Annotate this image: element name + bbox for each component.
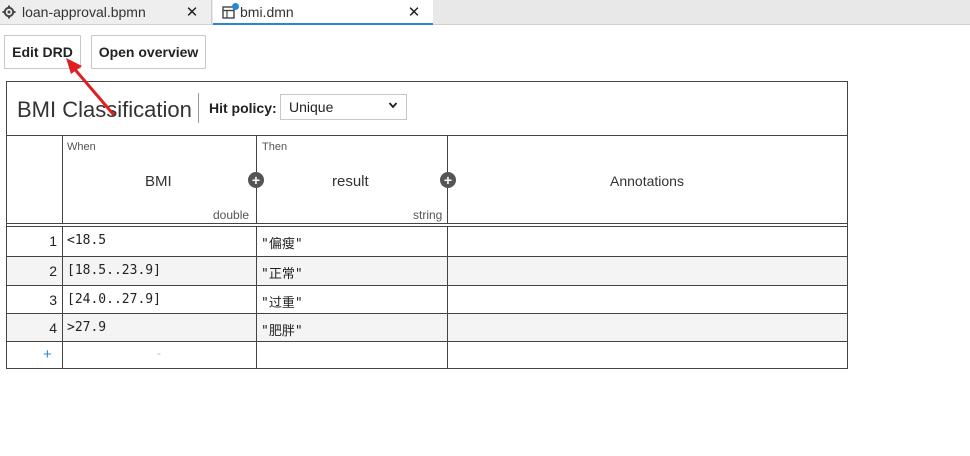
divider <box>7 223 847 224</box>
tab-loan-approval[interactable]: loan-approval.bpmn ✕ <box>0 0 212 24</box>
empty-placeholder: - <box>157 346 161 360</box>
divider <box>256 227 257 368</box>
tab-bmi-dmn[interactable]: bmi.dmn ✕ <box>213 0 433 25</box>
table-row[interactable]: 2 [18.5..23.9] "正常" <box>7 257 847 285</box>
hit-policy-label: Hit policy: <box>209 100 277 116</box>
decision-table: BMI Classification Hit policy: Unique Wh… <box>6 81 848 369</box>
decision-table-header: BMI Classification Hit policy: Unique <box>7 82 847 136</box>
output-type-ref: string <box>413 208 443 222</box>
output-cell[interactable]: "正常" <box>261 263 303 282</box>
output-column-label[interactable]: result <box>332 173 369 190</box>
rule-number: 2 <box>49 263 57 279</box>
divider <box>447 227 448 368</box>
output-cell[interactable]: "肥胖" <box>261 320 303 339</box>
chevron-down-icon <box>388 100 398 113</box>
hit-policy-select[interactable]: Unique <box>280 94 407 120</box>
output-cell[interactable]: "过重" <box>261 292 303 311</box>
input-type-ref: double <box>213 208 250 222</box>
unsaved-indicator <box>232 2 239 10</box>
divider <box>62 227 63 368</box>
tab-label: bmi.dmn <box>240 3 294 20</box>
table-row[interactable]: 4 >27.9 "肥胖" <box>7 314 847 342</box>
input-cell[interactable]: <18.5 <box>67 233 106 248</box>
input-cell[interactable]: >27.9 <box>67 320 106 335</box>
gear-icon <box>2 5 16 19</box>
column-headers: When BMI double + Then result string + A… <box>7 135 847 224</box>
add-rule-row[interactable]: + - <box>7 342 847 368</box>
tab-label: loan-approval.bpmn <box>22 4 146 20</box>
divider <box>198 93 199 123</box>
edit-drd-button[interactable]: Edit DRD <box>4 35 81 69</box>
table-row[interactable]: 3 [24.0..27.9] "过重" <box>7 286 847 314</box>
close-icon[interactable]: ✕ <box>405 3 423 21</box>
open-overview-button[interactable]: Open overview <box>91 35 206 69</box>
input-column-label[interactable]: BMI <box>145 173 172 190</box>
output-group-label: Then <box>262 141 288 153</box>
hit-policy-value: Unique <box>289 99 334 115</box>
rule-number: 1 <box>49 233 57 249</box>
decision-name[interactable]: BMI Classification <box>17 97 192 123</box>
annotations-column-label: Annotations <box>610 173 684 189</box>
table-row[interactable]: 1 <18.5 "偏瘦" <box>7 227 847 255</box>
rule-number: 3 <box>49 292 57 308</box>
divider <box>62 135 63 224</box>
input-cell[interactable]: [18.5..23.9] <box>67 263 161 278</box>
add-input-column-icon[interactable]: + <box>248 172 264 188</box>
input-cell[interactable]: [24.0..27.9] <box>67 292 161 307</box>
dmn-table-icon <box>222 2 239 19</box>
output-cell[interactable]: "偏瘦" <box>261 233 303 252</box>
add-rule-icon[interactable]: + <box>43 346 52 363</box>
input-group-label: When <box>67 141 96 153</box>
add-output-column-icon[interactable]: + <box>440 172 456 188</box>
rule-number: 4 <box>49 320 57 336</box>
tab-bar: loan-approval.bpmn ✕ bmi.dmn ✕ <box>0 0 970 25</box>
close-icon[interactable]: ✕ <box>183 3 201 21</box>
